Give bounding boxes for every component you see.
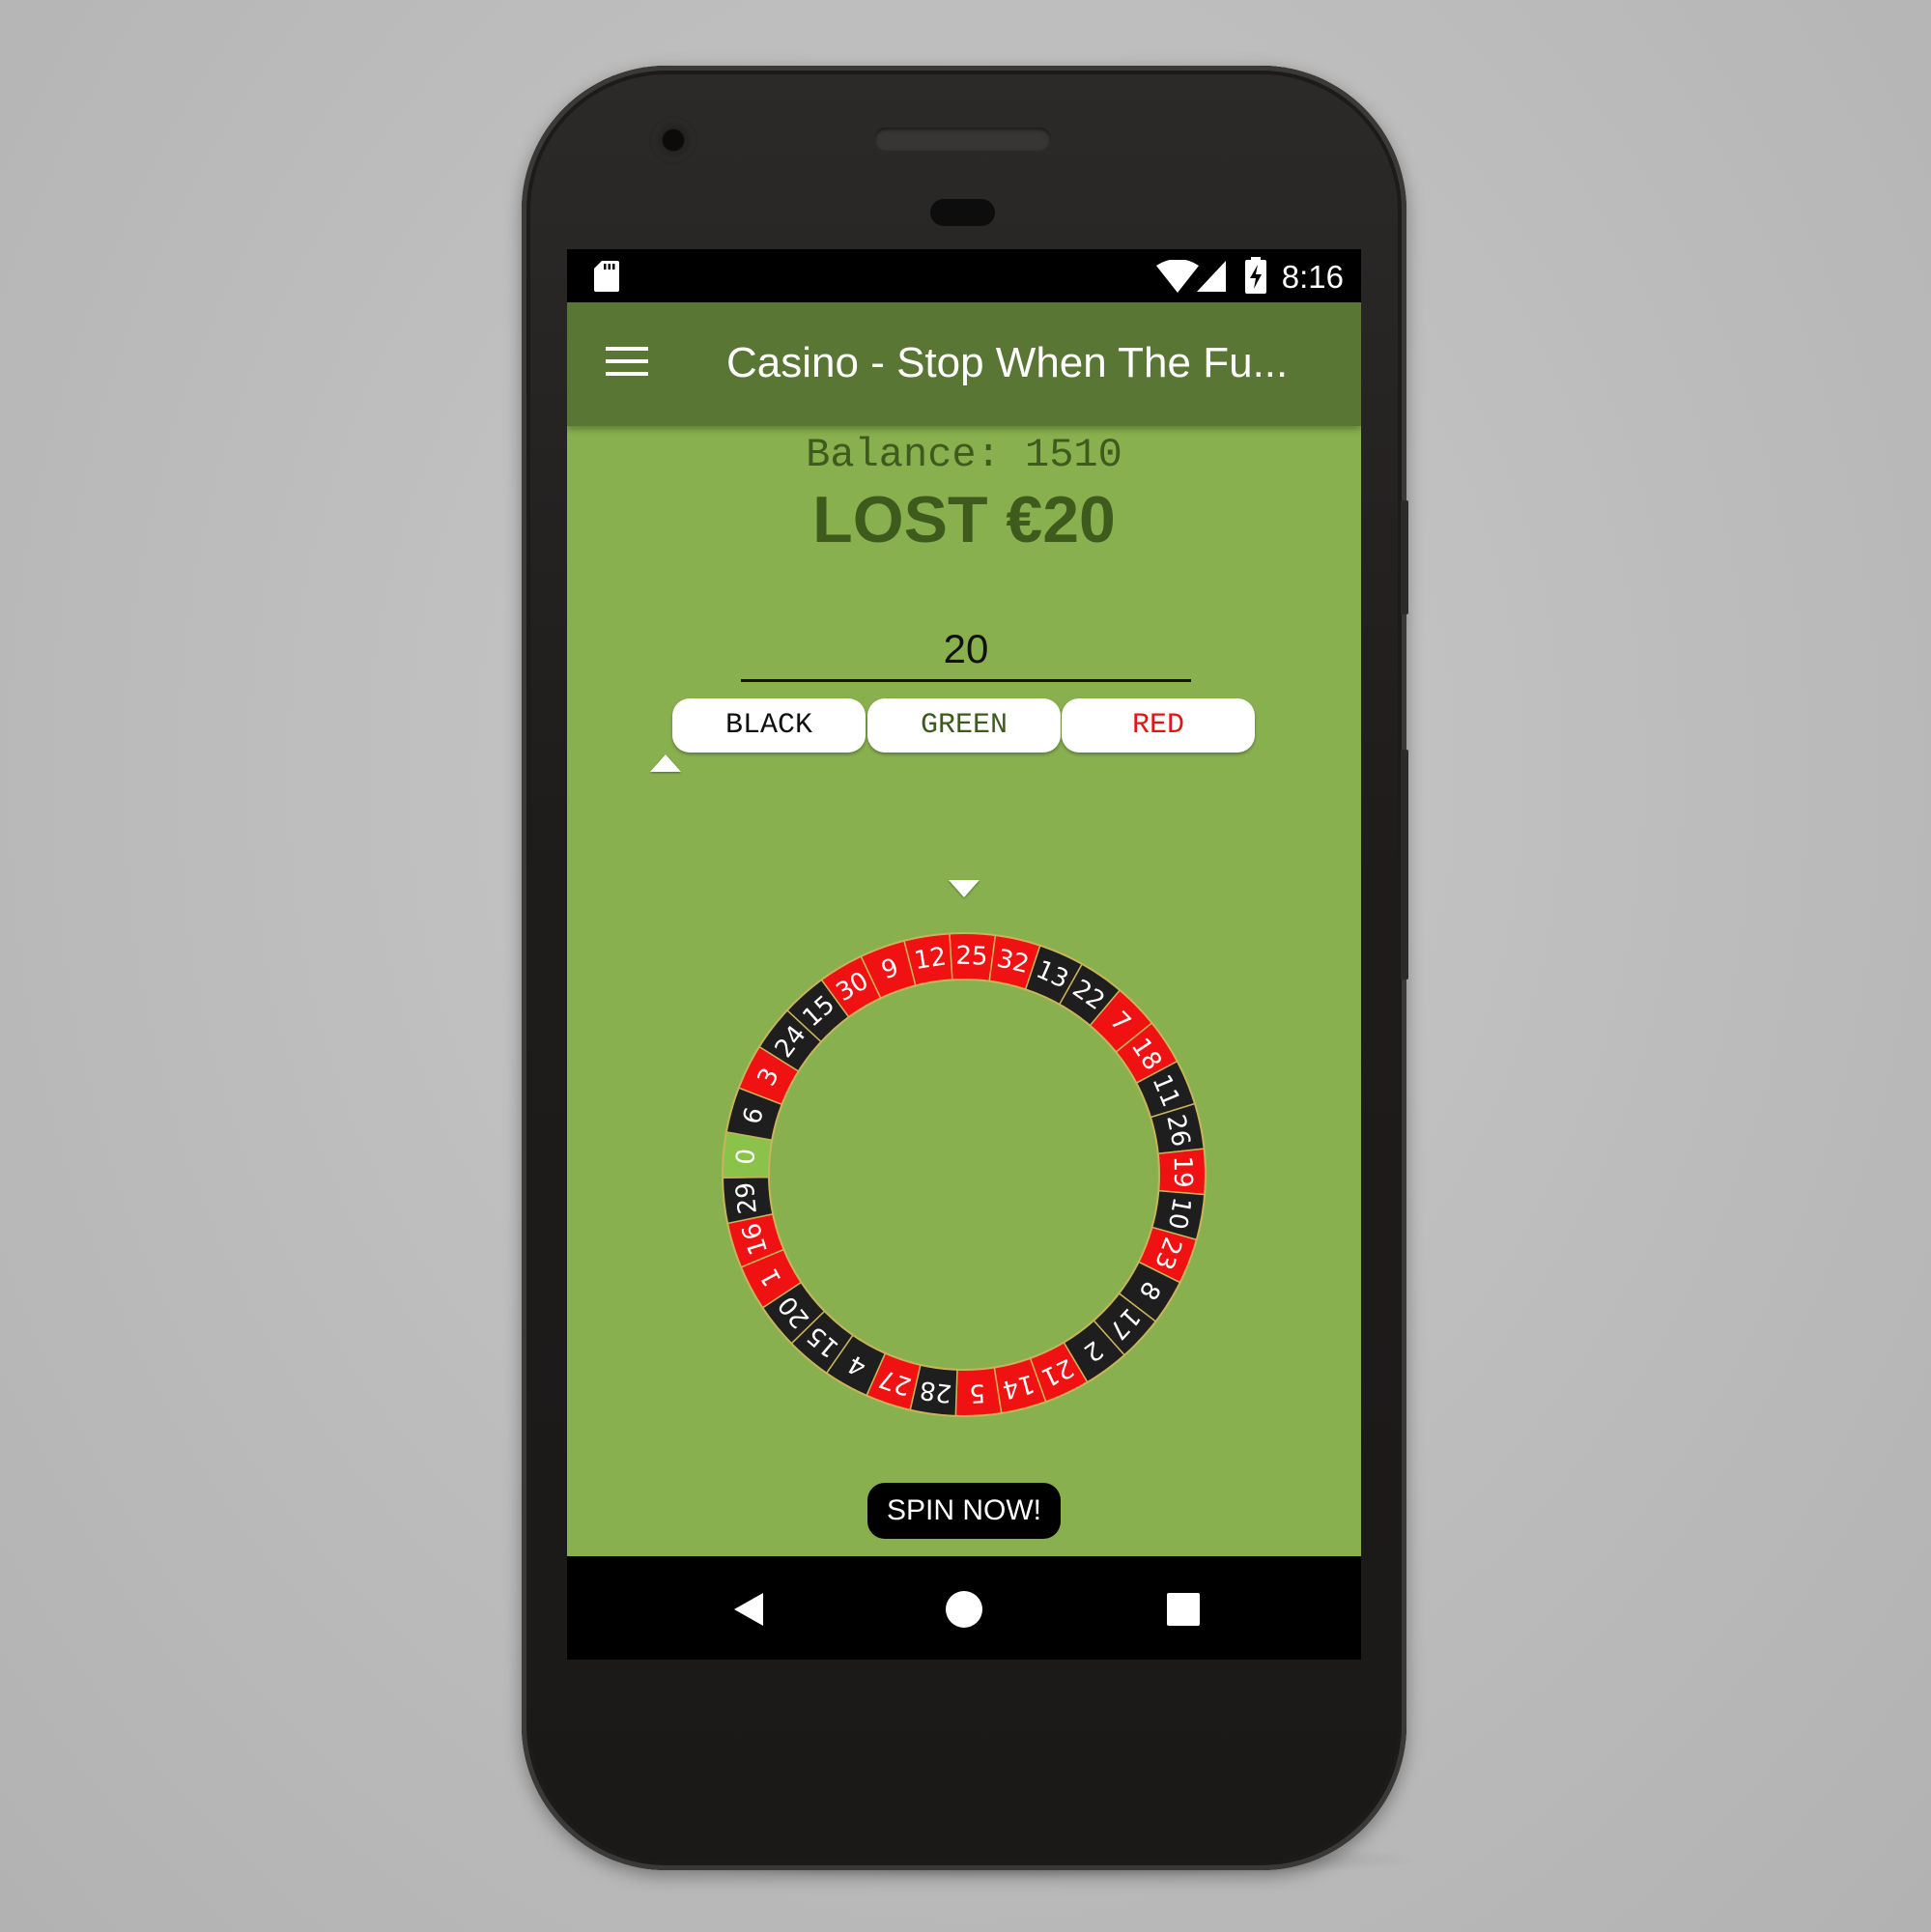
hamburger-menu-icon[interactable]: [606, 347, 648, 380]
wheel-pocket-label: 12: [912, 942, 948, 976]
home-icon[interactable]: [940, 1585, 988, 1634]
wheel-pocket-label: 0: [731, 1148, 761, 1166]
navigation-bar: [567, 1556, 1361, 1660]
roulette-wheel: 25 32 132271811261910238172211452827415201…: [722, 932, 1207, 1417]
bet-amount-input[interactable]: [741, 619, 1191, 682]
wheel-pocket-label: 10: [1162, 1195, 1196, 1232]
phone-screen: 8:16 Casino - Stop When The Fu... Balanc…: [567, 249, 1361, 1660]
earpiece-speaker: [874, 128, 1051, 151]
result-label: LOST €20: [812, 483, 1116, 556]
wheel-pocket-label: 5: [968, 1378, 985, 1407]
battery-charging-icon: [1245, 257, 1266, 294]
selected-color-indicator-icon: [650, 754, 681, 772]
volume-button: [1401, 750, 1408, 980]
wheel-pocket-label: 28: [918, 1375, 953, 1407]
spin-button[interactable]: SPIN NOW!: [867, 1483, 1061, 1539]
black-button[interactable]: BLACK: [672, 698, 866, 753]
balance-label: Balance: 1510: [806, 432, 1122, 478]
wheel-pocket-label: 25: [955, 942, 988, 972]
recents-icon[interactable]: [1159, 1585, 1207, 1634]
wheel-pointer-icon: [949, 880, 980, 897]
wheel-pocket-label: 19: [1168, 1155, 1197, 1187]
status-time: 8:16: [1281, 259, 1344, 295]
green-button[interactable]: GREEN: [867, 698, 1061, 753]
app-title: Casino - Stop When The Fu...: [726, 339, 1289, 386]
wifi-icon: [1156, 260, 1199, 293]
wheel-rim: [768, 979, 1160, 1371]
wheel-pocket-label: 29: [731, 1180, 763, 1215]
front-camera: [649, 116, 697, 164]
game-content: Balance: 1510 LOST €20 BLACK GREEN RED 2…: [567, 426, 1361, 1556]
status-bar: 8:16: [567, 249, 1361, 302]
sd-card-icon: [594, 261, 619, 292]
power-button: [1401, 500, 1408, 614]
app-bar: Casino - Stop When The Fu...: [567, 302, 1361, 426]
proximity-sensor: [930, 199, 995, 226]
cell-signal-icon: [1197, 261, 1226, 292]
red-button[interactable]: RED: [1062, 698, 1255, 753]
back-icon[interactable]: [724, 1585, 773, 1634]
